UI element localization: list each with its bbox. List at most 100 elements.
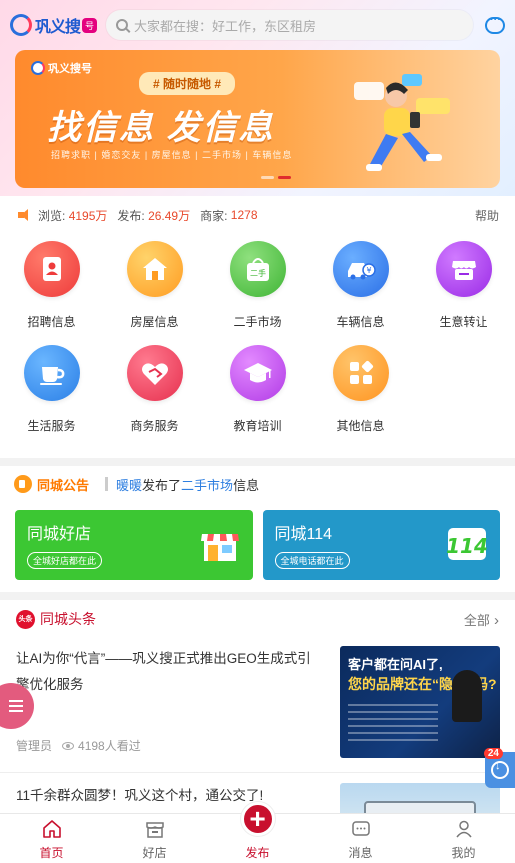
phone-114-icon: 114 — [446, 528, 488, 560]
article-item[interactable]: 让AI为你“代言”——巩义搜正式推出GEO生成式引擎优化服务 客户都在问AI了,… — [0, 638, 515, 764]
speaker-icon — [18, 209, 32, 221]
graduation-cap-icon — [243, 363, 272, 383]
tab-shops[interactable]: 好店 — [103, 814, 206, 863]
category-label: 二手市场 — [233, 315, 282, 329]
menu-lines-icon — [9, 705, 23, 707]
svg-text:114: 114 — [446, 534, 488, 558]
category-circle — [435, 241, 492, 297]
logo-mark-icon — [10, 14, 32, 36]
category-other[interactable]: 其他信息 — [309, 342, 412, 446]
svg-text:¥: ¥ — [366, 266, 371, 275]
top-section: 巩义搜 号 大家都在搜：好工作，东区租房 巩义搜号 # 随时随地 # 找信息 发… — [0, 0, 515, 196]
tab-publish[interactable]: + 发布 — [206, 802, 309, 863]
article-meta: 管理员 4198人看过 — [16, 737, 141, 754]
category-label: 生意转让 — [439, 315, 488, 329]
plus-icon: + — [249, 803, 266, 834]
pager-dot-active[interactable] — [277, 176, 291, 179]
category-circle — [126, 345, 183, 401]
help-link[interactable]: 帮助 — [475, 207, 499, 224]
svg-text:二手: 二手 — [250, 268, 266, 278]
category-label: 车辆信息 — [336, 315, 385, 329]
home-icon — [42, 820, 61, 838]
storefront-icon — [200, 534, 239, 561]
stats-bar: 浏览: 4195万 发布: 26.49万 商家: 1278 帮助 — [0, 196, 515, 234]
merchants-value: 1278 — [230, 208, 258, 222]
category-vehicles[interactable]: ¥ 车辆信息 — [309, 238, 412, 342]
tab-profile[interactable]: 我的 — [412, 814, 515, 863]
app-page: 巩义搜 号 大家都在搜：好工作，东区租房 巩义搜号 # 随时随地 # 找信息 发… — [0, 0, 515, 863]
promo-subtitle: 全城电话都在此 — [274, 552, 350, 569]
person-with-phone-illustration-icon — [354, 74, 450, 171]
banner-tag: # 随时随地 # — [139, 72, 236, 95]
thumbnail-headline: 客户都在问AI了, — [348, 657, 443, 672]
category-circle: ¥ — [332, 241, 389, 297]
category-circle — [23, 345, 80, 401]
shop-icon — [451, 261, 476, 280]
article-thumbnail: 客户都在问AI了, 您的品牌还在“隐身”吗? — [340, 646, 500, 758]
headlines-badge-icon: 头条 — [16, 609, 35, 629]
city-notice[interactable]: 同城公告 暖暖 发布了 二手市场 信息 — [0, 466, 515, 502]
tab-label: 消息 — [348, 846, 373, 860]
category-education[interactable]: 教育培训 — [206, 342, 309, 446]
category-label: 教育培训 — [233, 419, 282, 433]
logo-badge: 号 — [82, 17, 98, 33]
publish-button[interactable]: + — [240, 802, 275, 836]
views-value: 4195万 — [68, 208, 108, 223]
banner-logo-text: 巩义搜号 — [48, 63, 92, 75]
views-label: 浏览: — [38, 208, 66, 223]
coffee-cup-icon — [39, 367, 64, 385]
car-icon: ¥ — [347, 263, 376, 280]
tab-label: 首页 — [39, 846, 64, 860]
search-input[interactable]: 大家都在搜：好工作，东区租房 — [106, 10, 473, 40]
banner-subtitle: 招聘求职 | 婚恋交友 | 房屋信息 | 二手市场 | 车辆信息 — [51, 150, 293, 160]
category-business-transfer[interactable]: 生意转让 — [412, 238, 515, 342]
notice-user[interactable]: 暖暖 — [116, 475, 142, 494]
user-icon — [455, 820, 472, 838]
category-label: 招聘信息 — [27, 315, 76, 329]
promo-good-shops[interactable]: 同城好店 全城好店都在此 — [15, 510, 253, 580]
category-recruitment[interactable]: 招聘信息 — [0, 238, 103, 342]
handshake-heart-icon — [141, 363, 168, 385]
promo-city-114[interactable]: 同城114 全城电话都在此 114 — [262, 510, 500, 580]
headlines-more-link[interactable]: 全部 — [464, 610, 499, 629]
article-author: 管理员 — [16, 739, 53, 753]
notice-category[interactable]: 二手市场 — [181, 475, 233, 494]
pager-dot[interactable] — [260, 176, 274, 179]
category-label: 商务服务 — [130, 419, 179, 433]
banner-logo-mark-icon — [31, 61, 45, 75]
notice-icon — [14, 475, 32, 493]
tab-label: 好店 — [142, 846, 167, 860]
merchants-label: 商家: — [200, 208, 228, 223]
notice-divider — [105, 477, 109, 491]
posts-value: 26.49万 — [148, 208, 191, 223]
category-circle — [332, 345, 389, 401]
logo[interactable]: 巩义搜 号 — [10, 13, 106, 37]
notice-title: 同城公告 — [37, 477, 90, 493]
category-housing[interactable]: 房屋信息 — [103, 238, 206, 342]
category-circle — [229, 345, 286, 401]
banner-logo: 巩义搜号 — [31, 60, 92, 76]
tab-messages[interactable]: 消息 — [309, 814, 412, 863]
tab-label: 发布 — [245, 846, 270, 860]
promo-banner[interactable]: 巩义搜号 # 随时随地 # 找信息 发信息 招聘求职 | 婚恋交友 | 房屋信息… — [15, 50, 500, 188]
search-icon — [116, 19, 128, 31]
category-label: 其他信息 — [336, 419, 385, 433]
banner-title: 找信息 发信息 — [47, 109, 275, 147]
article-views: 4198人看过 — [78, 739, 141, 753]
bottom-tabbar: 首页 好店 + 发布 消息 我的 — [0, 802, 515, 863]
tab-home[interactable]: 首页 — [0, 814, 103, 863]
banner-pager — [260, 176, 291, 179]
house-icon — [142, 258, 167, 280]
category-label: 房屋信息 — [130, 315, 179, 329]
search-placeholder: 大家都在搜：好工作，东区租房 — [134, 18, 317, 34]
article-title: 让AI为你“代言”——巩义搜正式推出GEO生成式引擎优化服务 — [16, 651, 311, 692]
message-icon — [351, 821, 370, 836]
download-badge: 24 — [483, 748, 503, 759]
category-life-services[interactable]: 生活服务 — [0, 342, 103, 446]
download-icon — [491, 760, 509, 779]
category-secondhand[interactable]: 二手 二手市场 — [206, 238, 309, 342]
category-business-services[interactable]: 商务服务 — [103, 342, 206, 446]
category-circle: 二手 — [229, 241, 286, 297]
chat-icon[interactable] — [485, 14, 505, 34]
thumbnail-text-lines — [348, 704, 438, 744]
